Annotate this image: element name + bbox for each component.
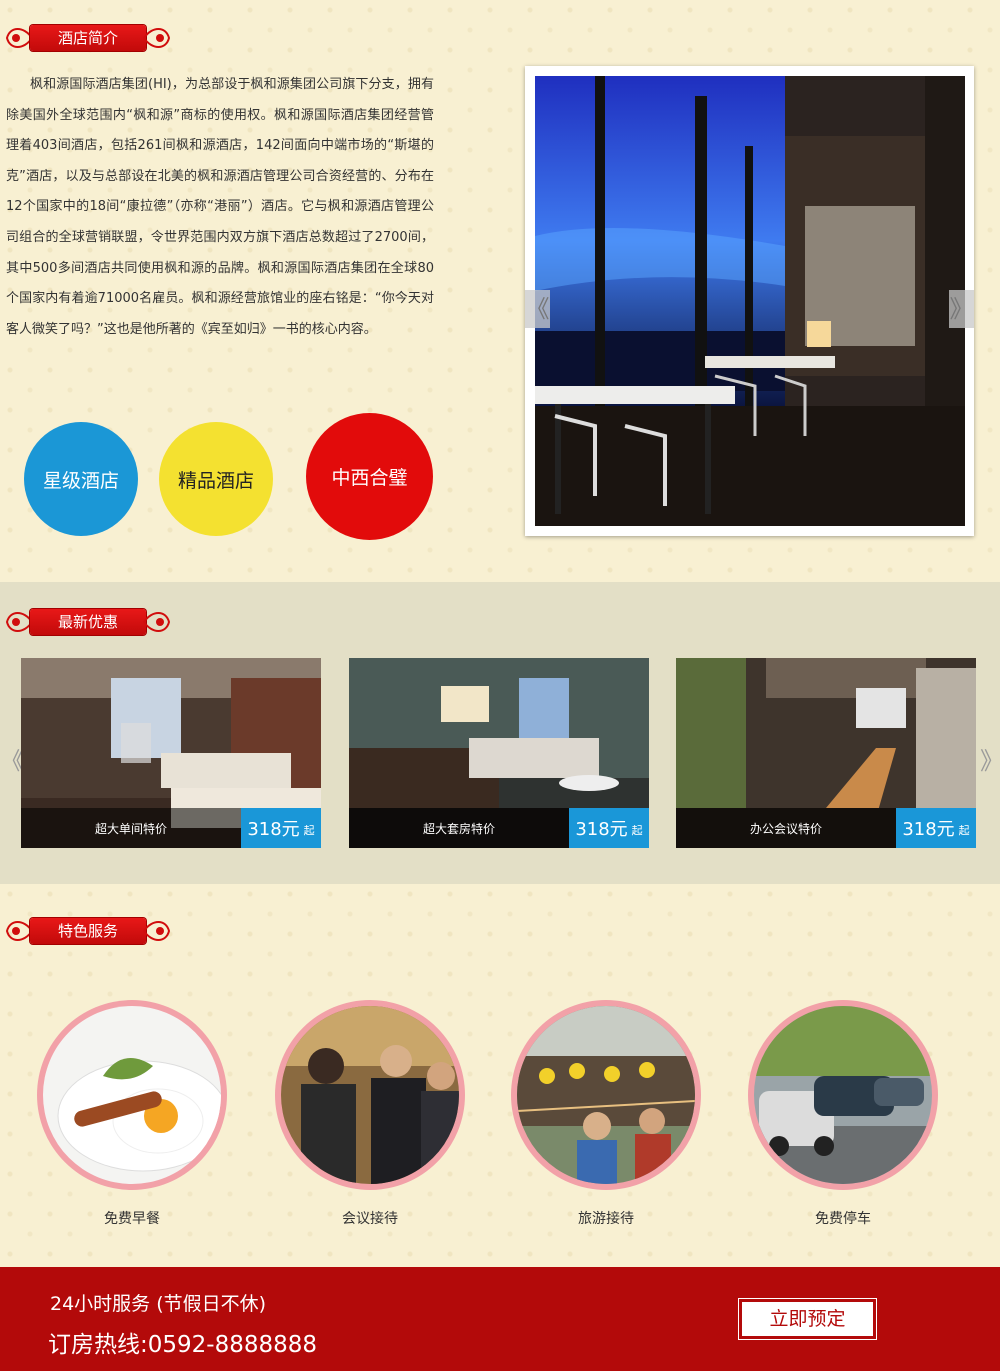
intro-section: 酒店简介 枫和源国际酒店集团(HI)，为总部设于枫和源集团公司旗下分支，拥有除美… [0, 0, 1000, 582]
hero-slider: 《 》 [525, 66, 974, 536]
offer-label: 办公会议特价 [676, 808, 896, 848]
offer-price: 318元 [247, 819, 300, 840]
offer-card-single-room[interactable]: 超大单间特价 318元 起 [21, 658, 321, 848]
offer-price-unit: 起 [631, 824, 643, 837]
service-label: 免费早餐 [104, 1211, 160, 1227]
service-parking[interactable]: 免费停车 [748, 1000, 938, 1228]
services-section: 特色服务 免费早餐 会议接待 旅游接待 免费停车 [0, 884, 1000, 1267]
meeting-photo-icon [281, 1006, 459, 1184]
ornament-right-icon [142, 612, 171, 632]
offer-card-meeting[interactable]: 办公会议特价 318元 起 [676, 658, 976, 848]
offers-prev-arrow[interactable]: 《 [0, 746, 24, 776]
fusion-style-button[interactable]: 中西合璧 [306, 413, 433, 540]
boutique-hotel-button[interactable]: 精品酒店 [159, 422, 273, 536]
hotline-text: 订房热线:0592-8888888 [48, 1332, 318, 1358]
ornament-right-icon [142, 28, 171, 48]
offer-price-unit: 起 [958, 824, 970, 837]
offer-price-badge: 318元 起 [569, 808, 649, 848]
service-label: 旅游接待 [578, 1211, 634, 1227]
tour-photo-icon [517, 1006, 695, 1184]
services-title: 特色服务 [30, 918, 146, 944]
tour-photo-frame [511, 1000, 701, 1190]
star-hotel-button[interactable]: 星级酒店 [24, 422, 138, 536]
parking-photo-frame [748, 1000, 938, 1190]
breakfast-photo-frame [37, 1000, 227, 1190]
booking-footer: 24小时服务 (节假日不休) 订房热线:0592-8888888 立即预定 [0, 1267, 1000, 1371]
parking-photo-icon [754, 1006, 932, 1184]
offers-next-arrow[interactable]: 》 [980, 746, 1000, 776]
services-title-ribbon: 特色服务 [4, 914, 172, 948]
offers-section: 最新优惠 《 》 超大单间特价 318元 起 [0, 582, 1000, 884]
breakfast-photo-icon [43, 1006, 221, 1184]
offers-title-ribbon: 最新优惠 [4, 605, 172, 639]
intro-title-ribbon: 酒店简介 [4, 21, 172, 55]
hero-next-arrow[interactable]: 》 [949, 290, 974, 328]
hero-prev-arrow[interactable]: 《 [525, 290, 550, 328]
offer-price: 318元 [575, 819, 628, 840]
offer-price-unit: 起 [303, 824, 315, 837]
service-meeting[interactable]: 会议接待 [275, 1000, 465, 1228]
service-breakfast[interactable]: 免费早餐 [37, 1000, 227, 1228]
offer-price-badge: 318元 起 [241, 808, 321, 848]
offers-title: 最新优惠 [30, 609, 146, 635]
intro-title: 酒店简介 [30, 25, 146, 51]
service-hours-text: 24小时服务 (节假日不休) [50, 1293, 267, 1315]
offer-label: 超大套房特价 [349, 808, 569, 848]
offer-price-badge: 318元 起 [896, 808, 976, 848]
ornament-right-icon [142, 921, 171, 941]
intro-paragraph: 枫和源国际酒店集团(HI)，为总部设于枫和源集团公司旗下分支，拥有除美国外全球范… [6, 77, 434, 337]
offer-price: 318元 [902, 819, 955, 840]
hero-image [535, 76, 965, 526]
service-tour[interactable]: 旅游接待 [511, 1000, 701, 1228]
offer-label: 超大单间特价 [21, 808, 241, 848]
service-label: 会议接待 [342, 1211, 398, 1227]
offer-card-suite[interactable]: 超大套房特价 318元 起 [349, 658, 649, 848]
meeting-photo-frame [275, 1000, 465, 1190]
book-now-button[interactable]: 立即预定 [738, 1298, 877, 1340]
service-label: 免费停车 [815, 1211, 871, 1227]
